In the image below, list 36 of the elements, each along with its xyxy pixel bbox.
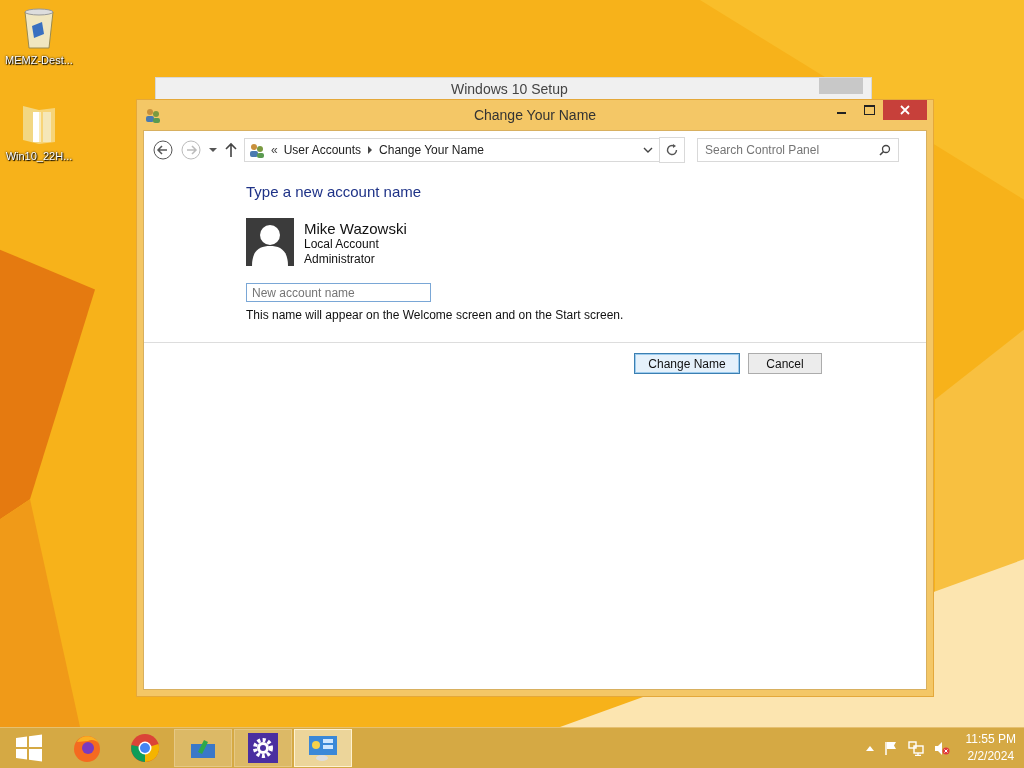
chrome-icon [129,732,161,764]
dropdown-icon[interactable] [208,146,218,154]
window-title: Windows 10 Setup [451,81,568,97]
account-role: Administrator [304,252,376,267]
search-icon[interactable] [879,144,891,156]
user-avatar [246,218,294,266]
settings-button[interactable] [234,729,292,767]
breadcrumb-item[interactable]: User Accounts [283,143,362,157]
windows-logo-icon [15,734,43,762]
flag-icon[interactable] [883,741,898,755]
up-button[interactable] [224,142,238,158]
breadcrumb-item[interactable]: Change Your Name [379,143,484,157]
input-field[interactable]: New account name [246,283,431,302]
users-icon [145,107,161,123]
back-button[interactable] [152,139,174,161]
breadcrumb-item[interactable]: « [271,143,278,157]
window-title: Change Your Name [473,107,597,123]
page-heading: Type a new account name [246,183,423,200]
control-panel-icon [308,734,338,762]
hint-text: This name will appear on the Welcome screen and on the Start screen. [246,308,625,322]
gear-icon [248,733,278,763]
refresh-icon [665,143,679,157]
users-icon [249,142,265,158]
account-type: Local Account [304,237,380,252]
muted-speaker-icon[interactable] [933,740,950,756]
account-name: Mike Wazowski [304,220,407,237]
dialog-button[interactable]: Change Name [634,353,740,374]
network-icon[interactable] [907,740,924,756]
dialog-button[interactable]: Cancel [748,353,822,374]
search-field[interactable]: Search Control Panel [697,138,899,162]
tray-arrow-icon[interactable] [865,745,874,751]
chevron-right-icon [367,146,374,154]
close-button[interactable] [883,100,927,120]
chevron-down-icon[interactable] [643,146,653,154]
refresh-button[interactable] [659,137,685,163]
address-bar[interactable]: « User Accounts Change Your Name [244,138,660,162]
